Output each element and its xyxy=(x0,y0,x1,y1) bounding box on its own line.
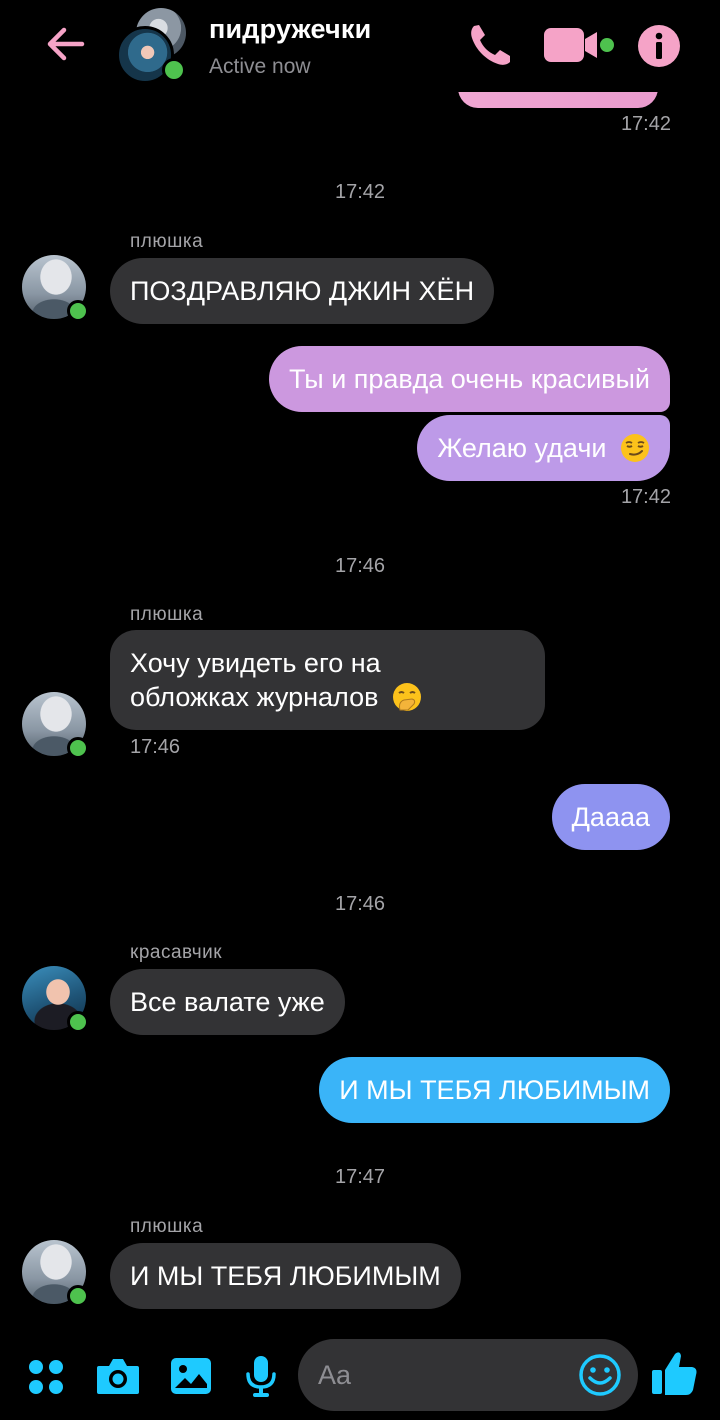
incoming-message-bubble[interactable]: И МЫ ТЕБЯ ЛЮБИМЫМ xyxy=(110,1243,461,1309)
thumbs-up-icon[interactable] xyxy=(650,1348,700,1398)
emoji-icon[interactable] xyxy=(578,1353,622,1397)
sender-name: плюшка xyxy=(130,231,203,253)
info-icon[interactable] xyxy=(637,24,681,68)
incoming-message-bubble[interactable]: ПОЗДРАВЛЯЮ ДЖИН ХЁН xyxy=(110,258,494,324)
outgoing-message-bubble[interactable]: Желаю удачи xyxy=(417,415,670,481)
incoming-message-bubble[interactable]: Хочу увидеть его на обложках журналов xyxy=(110,630,545,730)
incoming-message-bubble[interactable]: Все валате уже xyxy=(110,969,345,1035)
sender-name: красавчик xyxy=(130,942,222,964)
online-indicator xyxy=(67,1285,89,1307)
sender-name: плюшка xyxy=(130,1216,203,1238)
input-placeholder: Aa xyxy=(318,1360,351,1391)
time-divider: 17:47 xyxy=(0,1166,720,1189)
sender-avatar[interactable] xyxy=(22,255,86,319)
message-text: Все валате уже xyxy=(130,987,325,1017)
chat-header: пидружечки Active now xyxy=(0,0,720,92)
online-indicator xyxy=(67,1011,89,1033)
message-text-line: Хочу увидеть его на xyxy=(130,646,525,680)
message-text: ПОЗДРАВЛЯЮ ДЖИН ХЁН xyxy=(130,276,474,306)
chat-title[interactable]: пидружечки xyxy=(209,14,371,45)
message-time: 17:46 xyxy=(130,736,180,759)
message-list[interactable]: 17:42 17:42 плюшка ПОЗДРАВЛЯЮ ДЖИН ХЁН Т… xyxy=(0,0,720,1330)
message-text: И МЫ ТЕБЯ ЛЮБИМЫМ xyxy=(130,1261,441,1291)
microphone-icon[interactable] xyxy=(244,1354,278,1398)
gallery-icon[interactable] xyxy=(169,1354,213,1398)
back-arrow-icon[interactable] xyxy=(42,20,90,68)
message-input[interactable]: Aa xyxy=(298,1339,638,1411)
online-indicator xyxy=(162,58,186,82)
outgoing-message-bubble[interactable]: Ты и правда очень красивый xyxy=(269,346,670,412)
apps-grid-icon[interactable] xyxy=(26,1354,66,1398)
message-text: И МЫ ТЕБЯ ЛЮБИМЫМ xyxy=(339,1075,650,1105)
sender-name: плюшка xyxy=(130,604,203,626)
sender-avatar[interactable] xyxy=(22,692,86,756)
camera-icon[interactable] xyxy=(95,1354,141,1398)
message-time: 17:42 xyxy=(621,113,671,136)
face-with-hand-over-mouth-emoji-icon xyxy=(392,682,422,712)
sender-avatar[interactable] xyxy=(22,1240,86,1304)
time-divider: 17:46 xyxy=(0,555,720,578)
message-text-line: обложках журналов xyxy=(130,682,378,712)
message-text: Желаю удачи xyxy=(437,433,606,463)
phone-icon[interactable] xyxy=(466,20,514,70)
video-camera-icon[interactable] xyxy=(541,20,617,70)
message-composer: Aa xyxy=(0,1330,720,1420)
time-divider: 17:46 xyxy=(0,893,720,916)
sender-avatar[interactable] xyxy=(22,966,86,1030)
online-indicator xyxy=(67,300,89,322)
message-text: Ты и правда очень красивый xyxy=(289,364,650,394)
active-status: Active now xyxy=(209,55,311,79)
message-text: Даааа xyxy=(572,802,650,832)
group-avatar[interactable] xyxy=(116,8,190,82)
message-time: 17:42 xyxy=(621,486,671,509)
time-divider: 17:42 xyxy=(0,181,720,204)
outgoing-message-bubble[interactable]: Даааа xyxy=(552,784,670,850)
smirking-face-emoji-icon xyxy=(620,433,650,463)
online-indicator xyxy=(67,737,89,759)
outgoing-message-bubble[interactable]: И МЫ ТЕБЯ ЛЮБИМЫМ xyxy=(319,1057,670,1123)
